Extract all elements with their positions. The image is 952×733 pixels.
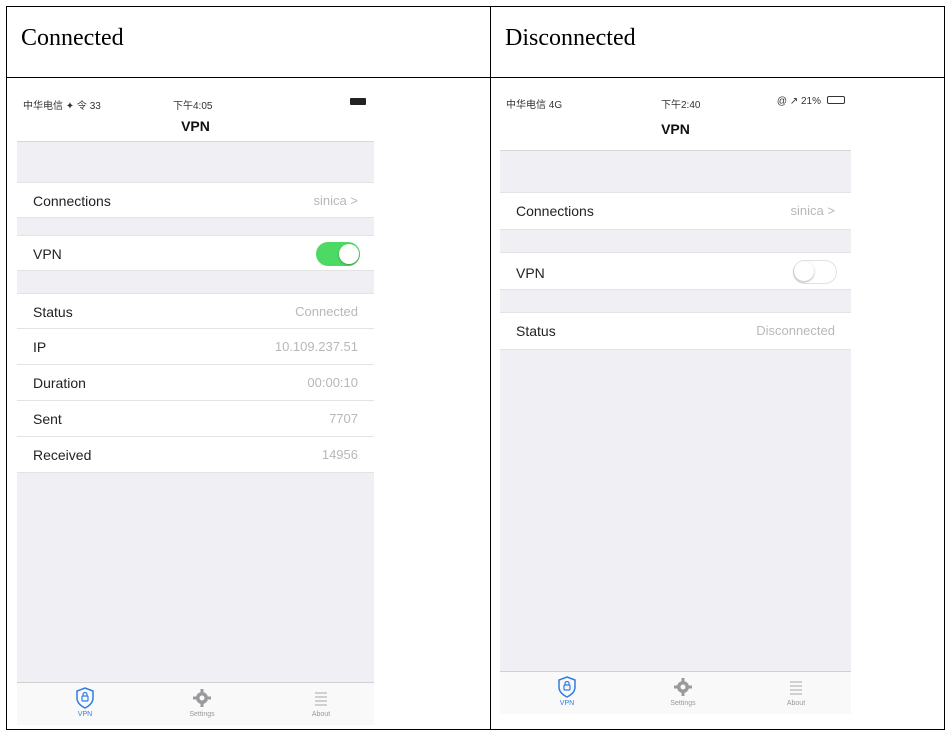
battery-icon: [827, 96, 845, 104]
status-label: Status: [33, 304, 73, 320]
list-icon: [291, 687, 351, 709]
vpn-row: VPN: [17, 235, 374, 271]
shield-icon: [55, 687, 115, 709]
tab-vpn[interactable]: VPN: [537, 676, 597, 707]
ip-label: IP: [33, 339, 47, 355]
connections-row[interactable]: Connections sinica >: [500, 192, 851, 230]
gear-icon: [172, 687, 232, 709]
vpn-row: VPN: [500, 252, 851, 290]
connections-value: sinica >: [313, 193, 358, 208]
status-value: Disconnected: [756, 323, 835, 338]
status-right-text: @ ↗ 21%: [776, 96, 821, 107]
connections-value: sinica >: [790, 203, 835, 218]
received-row: Received 14956: [17, 437, 374, 473]
phone-connected: 中华电信 ✦ 令 33 下午4:05 VPN Connections sinic…: [17, 91, 374, 725]
status-row: Status Disconnected: [500, 312, 851, 350]
received-label: Received: [33, 447, 92, 463]
toggle-knob: [339, 244, 359, 264]
header-connected: Connected: [21, 25, 124, 51]
duration-label: Duration: [33, 375, 86, 391]
tab-about[interactable]: About: [766, 676, 826, 707]
tab-settings[interactable]: Settings: [653, 676, 713, 707]
nav-bar: VPN: [17, 113, 374, 142]
tab-bar: VPN Settings About: [17, 682, 374, 725]
phone-disconnected: 中华电信 4G 下午2:40 @ ↗ 21% VPN Connections s…: [500, 90, 851, 714]
connections-row[interactable]: Connections sinica >: [17, 182, 374, 218]
nav-bar: VPN: [500, 112, 851, 151]
ip-value: 10.109.237.51: [274, 339, 358, 354]
tab-label-settings: Settings: [670, 700, 696, 707]
tab-settings[interactable]: Settings: [172, 687, 232, 718]
received-value: 14956: [321, 447, 358, 462]
status-row: Status Connected: [17, 293, 374, 329]
vpn-label: VPN: [33, 246, 62, 262]
tab-bar: VPN Settings About: [500, 671, 851, 714]
tab-label-settings: Settings: [189, 711, 215, 718]
connections-label: Connections: [516, 203, 594, 219]
tab-label-about: About: [786, 700, 806, 707]
tab-label-vpn: VPN: [559, 700, 575, 707]
tab-vpn[interactable]: VPN: [55, 687, 115, 718]
comparison-table: Connected Disconnected 中华电信 ✦ 令 33 下午4:0…: [6, 6, 945, 730]
sent-value: 7707: [329, 411, 358, 426]
tab-about[interactable]: About: [291, 687, 351, 718]
nav-title: VPN: [661, 121, 690, 137]
sent-label: Sent: [33, 411, 62, 427]
connections-label: Connections: [33, 193, 111, 209]
toggle-knob: [794, 261, 814, 281]
vpn-label: VPN: [516, 265, 545, 281]
clock-text: 下午4:05: [173, 101, 213, 112]
carrier-text: 中华电信 4G: [506, 100, 563, 111]
nav-title: VPN: [181, 118, 210, 134]
ip-row: IP 10.109.237.51: [17, 329, 374, 365]
carrier-text: 中华电信 ✦ 令 33: [23, 101, 101, 112]
duration-value: 00:00:10: [307, 375, 358, 390]
vpn-toggle[interactable]: [793, 260, 837, 284]
status-label: Status: [516, 323, 556, 339]
duration-row: Duration 00:00:10: [17, 365, 374, 401]
shield-icon: [537, 676, 597, 698]
gear-icon: [653, 676, 713, 698]
battery-icon: [350, 98, 366, 105]
status-bar: 中华电信 ✦ 令 33 下午4:05: [17, 91, 374, 113]
header-disconnected: Disconnected: [505, 25, 636, 51]
status-bar: 中华电信 4G 下午2:40 @ ↗ 21%: [500, 90, 851, 112]
list-icon: [766, 676, 826, 698]
tab-label-about: About: [311, 711, 331, 718]
sent-row: Sent 7707: [17, 401, 374, 437]
column-divider: [490, 7, 491, 729]
vpn-toggle[interactable]: [316, 242, 360, 266]
clock-text: 下午2:40: [661, 100, 701, 111]
tab-label-vpn: VPN: [77, 711, 93, 718]
header-divider: [7, 77, 944, 78]
status-value: Connected: [295, 304, 358, 319]
